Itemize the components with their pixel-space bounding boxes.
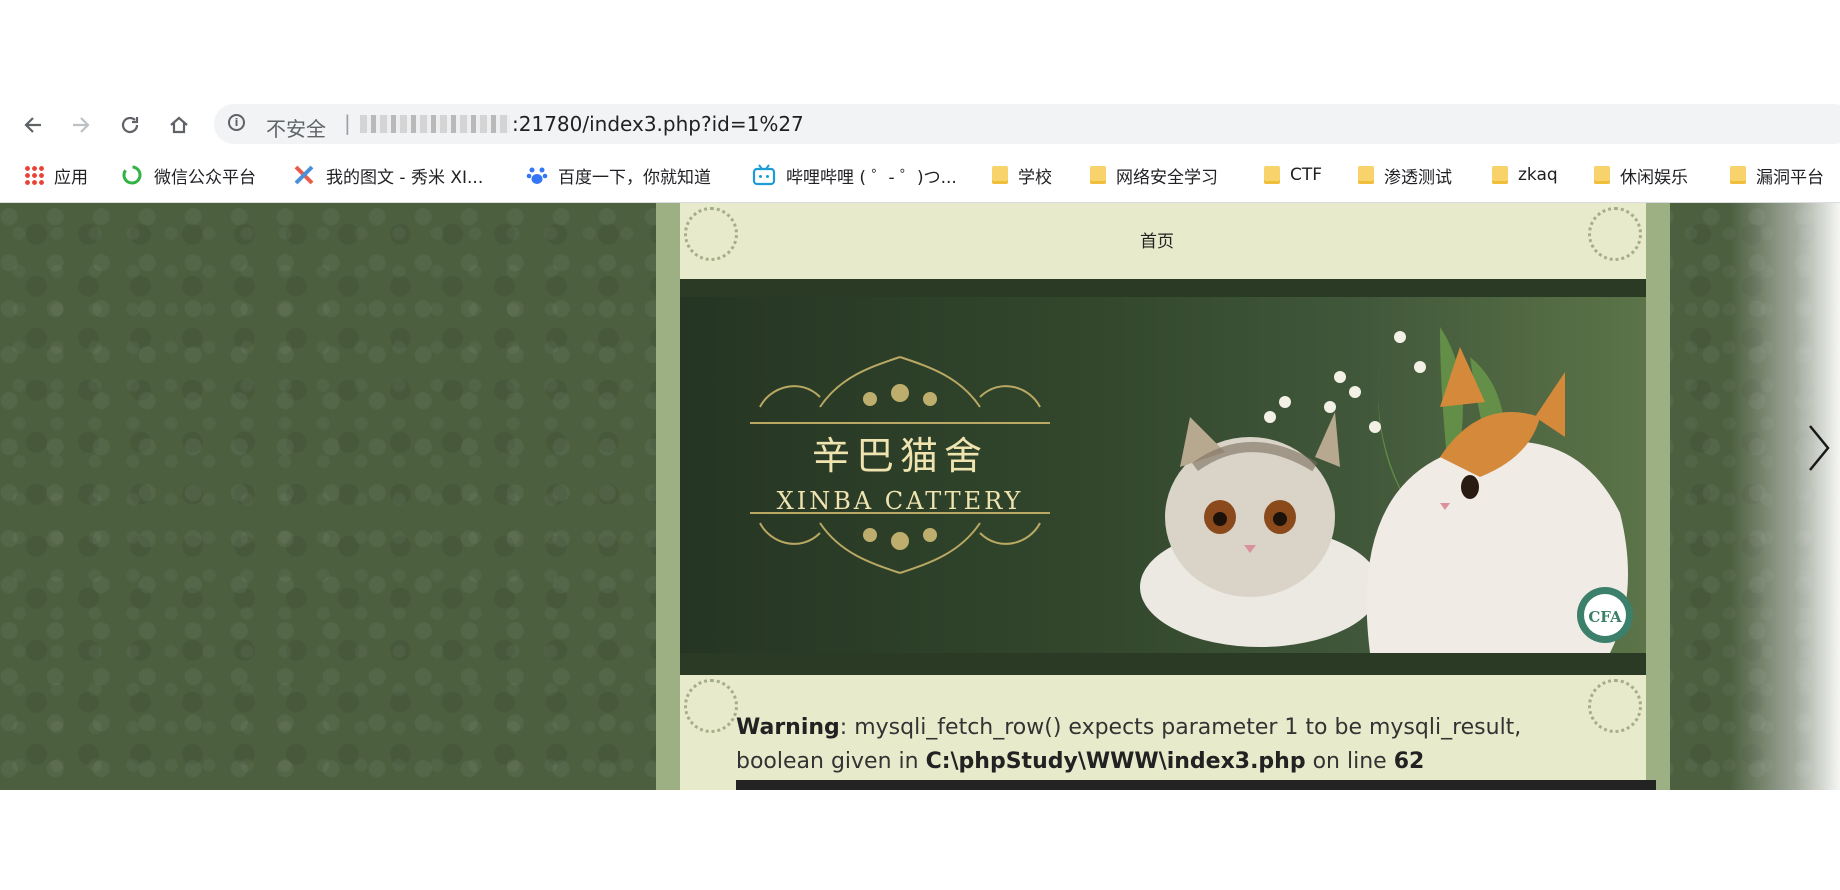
- corner-ornament: [684, 679, 738, 733]
- bookmark-folder-pentest[interactable]: 渗透测试: [1358, 162, 1452, 188]
- wechat-mp-icon: [122, 165, 142, 185]
- content-frame: 首页 辛巴猫舍 XINBA CATTERY CFA Warning: mysql…: [656, 203, 1670, 790]
- bookmark-bilibili[interactable]: 哔哩哔哩 ( ゜- ゜)つ...: [752, 162, 957, 188]
- cats-photo: CFA: [1140, 327, 1633, 653]
- content-area: 首页 辛巴猫舍 XINBA CATTERY CFA Warning: mysql…: [680, 203, 1656, 790]
- bookmark-folder-school[interactable]: 学校: [992, 162, 1052, 188]
- web-page: 首页 辛巴猫舍 XINBA CATTERY CFA Warning: mysql…: [0, 203, 1840, 790]
- bookmark-label: 我的图文 - 秀米 XI...: [326, 167, 484, 188]
- bookmark-baidu[interactable]: 百度一下，你就知道: [526, 162, 711, 188]
- xiumi-icon: [294, 165, 314, 185]
- banner-title-cn: 辛巴猫舍: [811, 434, 988, 478]
- svg-text:CFA: CFA: [1588, 608, 1622, 626]
- bookmark-wechat[interactable]: 微信公众平台: [120, 162, 256, 188]
- tabby-cat: [1140, 412, 1380, 647]
- corner-ornament: [684, 207, 738, 261]
- bookmark-label: CTF: [1290, 165, 1323, 185]
- bookmark-label: 应用: [54, 167, 88, 188]
- cattery-logo: 辛巴猫舍 XINBA CATTERY: [710, 337, 1090, 577]
- next-slide-button[interactable]: [1804, 418, 1834, 478]
- folder-icon: [1264, 166, 1280, 184]
- bookmark-label: 渗透测试: [1384, 167, 1452, 188]
- cfa-badge: CFA: [1577, 587, 1633, 643]
- bookmark-folder-leisure[interactable]: 休闲娱乐: [1594, 162, 1688, 188]
- arrow-right-icon: [73, 117, 90, 133]
- warning-file-path: C:\phpStudy\WWW\index3.php: [925, 749, 1306, 774]
- folder-icon: [1492, 166, 1508, 184]
- bookmark-folder-ctf[interactable]: CTF: [1264, 162, 1322, 188]
- site-nav: 首页: [680, 203, 1646, 279]
- back-button[interactable]: [18, 110, 48, 140]
- forward-button[interactable]: [66, 110, 96, 140]
- chevron-right-icon: [1809, 425, 1830, 471]
- bookmark-label: 网络安全学习: [1116, 167, 1218, 188]
- reload-button[interactable]: [115, 110, 145, 140]
- bookmark-folder-zkaq[interactable]: zkaq: [1492, 162, 1558, 188]
- omnibox-separator: |: [344, 111, 351, 135]
- reload-icon: [121, 116, 139, 134]
- dark-content-bar: [736, 780, 1656, 790]
- url-text[interactable]: :21780/index3.php?id=1%27: [512, 112, 804, 136]
- nav-home-link[interactable]: 首页: [1140, 227, 1174, 252]
- address-bar[interactable]: i 不安全 | :21780/index3.php?id=1%27: [214, 104, 1840, 144]
- folder-icon: [1358, 166, 1374, 184]
- warning-line-number: 62: [1393, 749, 1425, 774]
- bookmark-label: 哔哩哔哩 ( ゜- ゜)つ...: [786, 167, 957, 188]
- browser-toolbar: i 不安全 | :21780/index3.php?id=1%27: [0, 100, 1840, 148]
- warning-line-prefix: on line: [1305, 749, 1394, 774]
- bookmark-label: 微信公众平台: [154, 167, 256, 188]
- php-error-box: Warning: mysqli_fetch_row() expects para…: [680, 675, 1656, 790]
- bookmark-label: 漏洞平台: [1756, 167, 1824, 188]
- php-warning-message: Warning: mysqli_fetch_row() expects para…: [736, 711, 1596, 779]
- bilibili-icon: [752, 164, 776, 186]
- corner-ornament: [1588, 207, 1642, 261]
- corner-ornament: [1588, 679, 1642, 733]
- home-button[interactable]: [164, 110, 194, 140]
- url-redacted-host: [360, 115, 510, 133]
- folder-icon: [1090, 166, 1106, 184]
- folder-icon: [1594, 166, 1610, 184]
- banner-band: 辛巴猫舍 XINBA CATTERY CFA: [680, 279, 1646, 675]
- folder-icon: [1730, 166, 1746, 184]
- warning-label: Warning: [736, 715, 840, 740]
- arrow-left-icon: [24, 117, 41, 133]
- home-icon: [170, 116, 188, 134]
- bookmark-label: 百度一下，你就知道: [558, 167, 711, 188]
- bookmark-folder-security[interactable]: 网络安全学习: [1090, 162, 1218, 188]
- bookmark-xiumi[interactable]: 我的图文 - 秀米 XI...: [292, 162, 483, 188]
- bookmark-label: 休闲娱乐: [1620, 167, 1688, 188]
- cattery-banner: 辛巴猫舍 XINBA CATTERY CFA: [680, 297, 1646, 653]
- bookmark-label: 学校: [1018, 167, 1052, 188]
- security-label[interactable]: 不安全: [266, 113, 326, 142]
- apps-grid-icon: [24, 165, 44, 185]
- carousel-edge-fade: [1730, 203, 1840, 790]
- folder-icon: [992, 166, 1008, 184]
- info-icon[interactable]: i: [228, 114, 245, 131]
- bookmark-label: zkaq: [1518, 165, 1558, 185]
- bookmark-folder-vuln[interactable]: 漏洞平台: [1730, 162, 1824, 188]
- banner-title-en: XINBA CATTERY: [776, 487, 1024, 515]
- bookmark-apps[interactable]: 应用: [24, 162, 88, 188]
- baidu-paw-icon: [526, 167, 548, 184]
- bookmarks-bar: 应用 微信公众平台 我的图文 - 秀米 XI... 百度一下，你就知道 哔哩哔哩…: [0, 150, 1840, 203]
